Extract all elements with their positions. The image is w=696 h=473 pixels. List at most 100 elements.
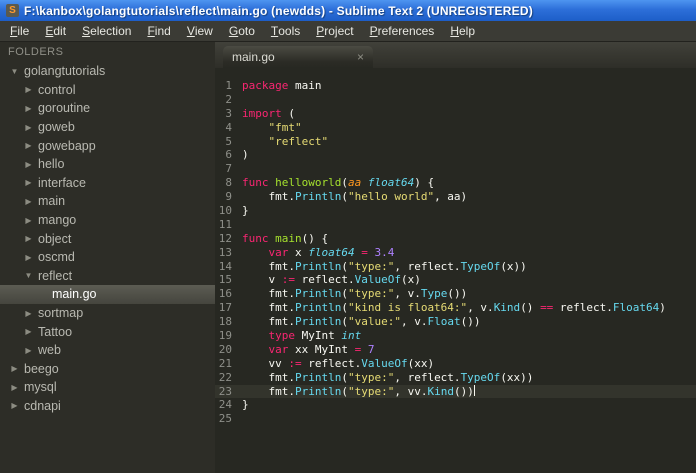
line-number: 23 — [218, 384, 232, 398]
tree-item-label: object — [38, 231, 72, 246]
code-line-11[interactable]: 11 — [215, 218, 696, 232]
code-line-14[interactable]: 14 fmt.Println("type:", reflect.TypeOf(x… — [215, 260, 696, 274]
code-line-18[interactable]: 18 fmt.Println("value:", v.Float()) — [215, 315, 696, 329]
app-icon: S — [6, 4, 19, 17]
line-number: 21 — [218, 356, 232, 370]
menu-item-project[interactable]: Project — [308, 21, 361, 41]
folder-item-goweb[interactable]: ▶ goweb — [0, 118, 215, 137]
menu-item-find[interactable]: Find — [139, 21, 178, 41]
code-line-2[interactable]: 2 — [215, 93, 696, 107]
folder-item-sortmap[interactable]: ▶ sortmap — [0, 304, 215, 323]
line-number: 20 — [218, 342, 232, 356]
code-line-12[interactable]: 12 func main() { — [215, 232, 696, 246]
tree-item-label: Tattoo — [38, 324, 73, 339]
code-line-3[interactable]: 3 import ( — [215, 107, 696, 121]
folder-item-reflect[interactable]: ▼ reflect — [0, 267, 215, 286]
code-line-6[interactable]: 6) — [215, 148, 696, 162]
menu-item-goto[interactable]: Goto — [221, 21, 263, 41]
menu-item-help[interactable]: Help — [442, 21, 483, 41]
code-line-23[interactable]: 23 fmt.Println("type:", vv.Kind()) — [215, 384, 696, 399]
folder-item-interface[interactable]: ▶ interface — [0, 174, 215, 193]
line-number: 22 — [218, 370, 232, 384]
menu-item-view[interactable]: View — [179, 21, 221, 41]
code-text: "fmt" — [268, 120, 302, 134]
chevron-expanded-icon: ▼ — [10, 66, 19, 76]
chevron-collapsed-icon: ▶ — [11, 382, 18, 392]
menu-item-selection[interactable]: Selection — [74, 21, 139, 41]
code-line-19[interactable]: 19 type MyInt int — [215, 329, 696, 343]
menu-item-file[interactable]: File — [2, 21, 37, 41]
chevron-collapsed-icon: ▶ — [25, 196, 32, 206]
code-line-24[interactable]: 24} — [215, 398, 696, 412]
line-number: 14 — [218, 259, 232, 273]
line-number: 5 — [225, 134, 232, 148]
code-line-21[interactable]: 21 vv := reflect.ValueOf(xx) — [215, 357, 696, 371]
code-area[interactable]: 1 package main 2 3 import (4 "fmt" 5 "reflect… — [215, 68, 696, 473]
code-line-4[interactable]: 4 "fmt" — [215, 121, 696, 135]
menu-item-preferences[interactable]: Preferences — [362, 21, 443, 41]
code-line-13[interactable]: 13 var x float64 = 3.4 — [215, 246, 696, 260]
code-line-15[interactable]: 15 v := reflect.ValueOf(x) — [215, 273, 696, 287]
code-line-25[interactable]: 25 — [215, 412, 696, 426]
folder-item-beego[interactable]: ▶ beego — [0, 360, 215, 379]
folder-item-web[interactable]: ▶ web — [0, 341, 215, 360]
tree-item-label: hello — [38, 157, 65, 172]
folder-item-oscmd[interactable]: ▶ oscmd — [0, 248, 215, 267]
code-line-8[interactable]: 8 func helloworld(aa float64) { — [215, 176, 696, 190]
chevron-expanded-icon: ▼ — [24, 271, 33, 281]
tree-item-label: golangtutorials — [24, 64, 106, 79]
line-number: 13 — [218, 245, 232, 259]
folder-item-hello[interactable]: ▶ hello — [0, 155, 215, 174]
code-line-22[interactable]: 22 fmt.Println("type:", reflect.TypeOf(x… — [215, 371, 696, 385]
tab-close-icon[interactable]: × — [357, 51, 364, 63]
code-text: var xx MyInt = 7 — [268, 342, 375, 356]
code-line-5[interactable]: 5 "reflect" — [215, 135, 696, 149]
line-number: 19 — [218, 329, 232, 343]
chevron-collapsed-icon: ▶ — [25, 159, 32, 169]
chevron-collapsed-icon: ▶ — [25, 308, 32, 318]
code-text: fmt.Println("value:", v.Float()) — [242, 315, 481, 329]
code-text: fmt.Println("type:", vv.Kind()) — [242, 384, 475, 398]
app-window: S F:\kanbox\golangtutorials\reflect\main… — [0, 0, 696, 473]
tree-item-label: main.go — [52, 287, 97, 302]
tab-main-go[interactable]: main.go × — [223, 46, 373, 68]
line-number: 16 — [218, 287, 232, 301]
chevron-collapsed-icon: ▶ — [25, 252, 32, 262]
code-text: type MyInt int — [268, 329, 362, 343]
folder-item-main[interactable]: ▶ main — [0, 192, 215, 211]
code-line-7[interactable]: 7 — [215, 162, 696, 176]
code-text: ) — [242, 148, 249, 162]
tree-item-label: interface — [38, 175, 86, 190]
code-line-20[interactable]: 20 var xx MyInt = 7 — [215, 343, 696, 357]
line-number: 11 — [218, 217, 232, 231]
file-item-main-go[interactable]: main.go — [0, 285, 215, 304]
line-number: 25 — [218, 412, 232, 426]
folder-item-object[interactable]: ▶ object — [0, 229, 215, 248]
chevron-collapsed-icon: ▶ — [25, 122, 32, 132]
title-bar[interactable]: S F:\kanbox\golangtutorials\reflect\main… — [0, 0, 696, 21]
code-text: v := reflect.ValueOf(x) — [242, 273, 421, 287]
line-number: 15 — [218, 273, 232, 287]
folder-item-control[interactable]: ▶ control — [0, 81, 215, 100]
code-text: import ( — [242, 106, 295, 120]
line-number: 3 — [225, 106, 232, 120]
folder-item-golangtutorials[interactable]: ▼ golangtutorials — [0, 62, 215, 81]
code-line-1[interactable]: 1 package main — [215, 79, 696, 93]
tree-item-label: web — [38, 343, 61, 358]
folder-item-gowebapp[interactable]: ▶ gowebapp — [0, 136, 215, 155]
folder-item-tattoo[interactable]: ▶ Tattoo — [0, 322, 215, 341]
menu-item-tools[interactable]: Tools — [263, 21, 308, 41]
code-line-16[interactable]: 16 fmt.Println("type:", v.Type()) — [215, 287, 696, 301]
folder-item-goroutine[interactable]: ▶ goroutine — [0, 99, 215, 118]
code-line-10[interactable]: 10} — [215, 204, 696, 218]
line-number: 4 — [225, 120, 232, 134]
menu-item-edit[interactable]: Edit — [37, 21, 74, 41]
folder-item-mysql[interactable]: ▶ mysql — [0, 378, 215, 397]
folder-item-mango[interactable]: ▶ mango — [0, 211, 215, 230]
folder-item-cdnapi[interactable]: ▶ cdnapi — [0, 397, 215, 416]
tree-item-label: cdnapi — [24, 398, 61, 413]
code-line-9[interactable]: 9 fmt.Println("hello world", aa) — [215, 190, 696, 204]
code-line-17[interactable]: 17 fmt.Println("kind is float64:", v.Kin… — [215, 301, 696, 315]
